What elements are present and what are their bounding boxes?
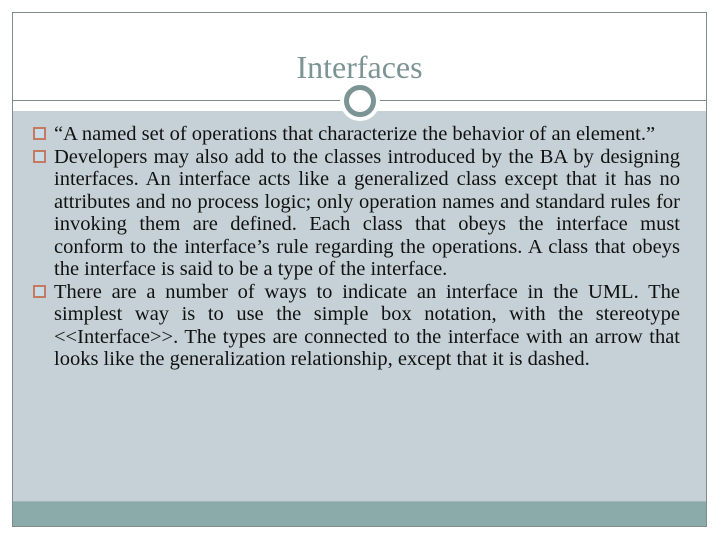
square-bullet-icon [33, 284, 46, 298]
square-bullet-icon [33, 149, 46, 163]
square-bullet-icon [33, 127, 46, 140]
circle-ornament-icon [339, 81, 380, 121]
slide-frame: Interfaces “A named set of operations th… [12, 12, 707, 527]
bullet-text: “A named set of operations that characte… [54, 123, 656, 145]
bullet-text: There are a number of ways to indicate a… [54, 280, 680, 371]
footer-bar [13, 501, 706, 526]
bullet-item: Developers may also add to the classes i… [33, 146, 680, 281]
bullet-item: “A named set of operations that characte… [33, 123, 680, 146]
ring-icon [343, 85, 376, 117]
bullet-list: “A named set of operations that characte… [33, 123, 680, 371]
bullet-item: There are a number of ways to indicate a… [33, 281, 680, 371]
bullet-text: Developers may also add to the classes i… [54, 145, 680, 281]
